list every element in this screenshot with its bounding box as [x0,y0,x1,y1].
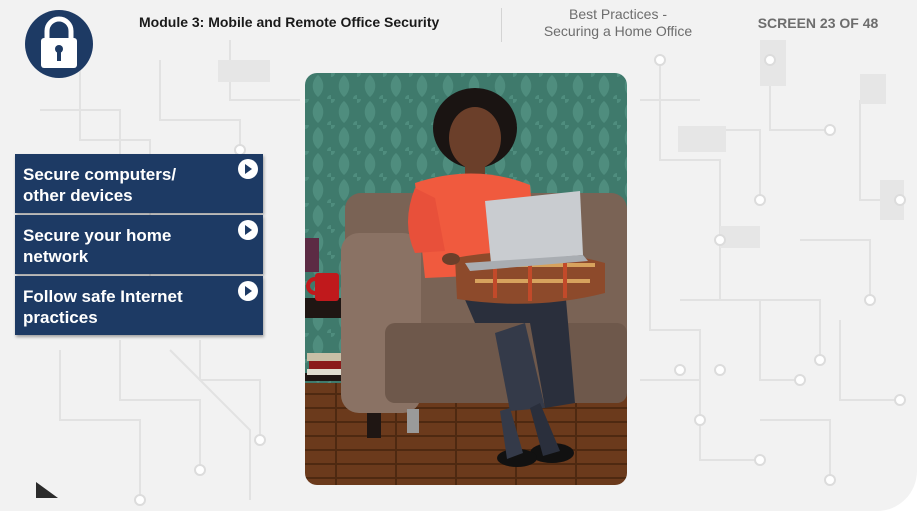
topic-menu: Secure computers/ other devices Secure y… [15,154,263,337]
screen-counter: SCREEN 23 OF 48 [757,15,879,31]
arrow-right-circle-icon[interactable] [237,280,259,302]
menu-item-label: Secure your home network [23,225,223,267]
menu-item-label: Follow safe Internet practices [23,286,223,328]
arrow-right-circle-icon[interactable] [237,158,259,180]
menu-item-label-line1: Secure your home [23,226,172,245]
arrow-right-circle-icon[interactable] [237,219,259,241]
menu-item-label-line2: other devices [23,186,133,205]
section-title: Best Practices - Securing a Home Office [520,6,716,40]
menu-item-secure-network[interactable]: Secure your home network [15,215,263,274]
menu-item-internet-practices[interactable]: Follow safe Internet practices [15,276,263,335]
home-office-photo [305,73,627,485]
header-divider [501,8,502,42]
course-frame: Module 3: Mobile and Remote Office Secur… [0,0,917,511]
section-title-line2: Securing a Home Office [543,23,693,39]
menu-item-label-line1: Secure computers/ [23,165,177,184]
padlock-icon [25,10,93,78]
menu-item-label-line1: Follow safe Internet [23,287,183,306]
module-title: Module 3: Mobile and Remote Office Secur… [139,14,440,30]
section-title-line1: Best Practices - [568,6,668,22]
menu-item-label-line2: practices [23,308,98,327]
header-bar: Module 3: Mobile and Remote Office Secur… [0,0,917,46]
corner-triangle-icon [36,482,58,498]
menu-item-label: Secure computers/ other devices [23,164,223,206]
menu-item-secure-computers[interactable]: Secure computers/ other devices [15,154,263,213]
menu-item-label-line2: network [23,247,89,266]
